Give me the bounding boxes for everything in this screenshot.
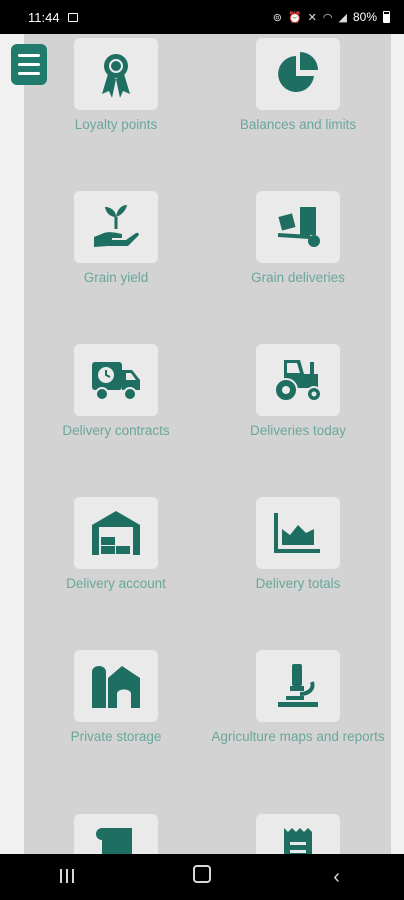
- box-trolley-icon: [277, 207, 320, 247]
- tile-balances-and-limits[interactable]: Balances and limits: [208, 38, 388, 132]
- tile-label: Delivery totals: [255, 576, 341, 591]
- tile-delivery-contracts[interactable]: Delivery contracts: [26, 344, 206, 438]
- tile-label: Balances and limits: [239, 117, 357, 132]
- home-icon: [192, 865, 211, 883]
- area-chart-icon: [274, 513, 320, 553]
- tile-icon-box: [256, 191, 340, 263]
- back-button[interactable]: ‹: [307, 866, 367, 889]
- alarm-icon: ⏰: [287, 11, 302, 24]
- tile-label: Private storage: [70, 729, 162, 744]
- pie-chart-icon: [278, 52, 318, 92]
- sim-icon: ⊚: [272, 11, 282, 24]
- tile-delivery-totals[interactable]: Delivery totals: [208, 497, 388, 591]
- hand-seedling-icon: [94, 205, 139, 247]
- tile-icon-box: [256, 650, 340, 722]
- tile-icon-box: [256, 344, 340, 416]
- tile-delivery-account[interactable]: Delivery account: [26, 497, 206, 591]
- back-icon: ‹: [333, 865, 340, 888]
- tile-label: Agriculture maps and reports: [211, 729, 385, 744]
- tile-label: Deliveries today: [249, 423, 347, 438]
- tile-grain-yield[interactable]: Grain yield: [26, 191, 206, 285]
- truck-clock-icon: [92, 362, 140, 401]
- recent-apps-button[interactable]: [37, 866, 97, 889]
- tractor-icon: [274, 360, 322, 402]
- tile-icon-box: [74, 38, 158, 110]
- image-icon: [67, 12, 78, 22]
- signal-icon: ◢: [338, 11, 347, 24]
- tile-label: Grain deliveries: [251, 270, 345, 285]
- tile-private-storage[interactable]: Private storage: [26, 650, 206, 744]
- tile-label: Loyalty points: [74, 117, 158, 132]
- barn-silo-icon: [92, 666, 140, 708]
- tile-grain-deliveries[interactable]: Grain deliveries: [208, 191, 388, 285]
- tile-icon-box: [74, 191, 158, 263]
- tile-deliveries-today[interactable]: Deliveries today: [208, 344, 388, 438]
- status-time: 11:44: [28, 9, 60, 25]
- ribbon-badge-icon: [102, 54, 130, 98]
- warehouse-icon: [92, 511, 140, 555]
- mute-icon: ✕: [307, 11, 317, 24]
- tile-label: Grain yield: [83, 270, 149, 285]
- home-button[interactable]: [172, 865, 232, 889]
- tile-loyalty-points[interactable]: Loyalty points: [26, 38, 206, 132]
- battery-text: 80%: [352, 10, 377, 24]
- tile-icon-box: [256, 497, 340, 569]
- status-bar: 11:44 ⊚ ⏰ ✕ ◠ ◢ 80%: [0, 0, 404, 34]
- system-nav-bar: ‹: [0, 854, 404, 900]
- tile-icon-box: [256, 38, 340, 110]
- recent-apps-icon: [60, 868, 75, 883]
- tile-label: Delivery account: [66, 576, 166, 591]
- battery-icon: [383, 11, 390, 23]
- microscope-icon: [278, 664, 318, 707]
- tile-agriculture-maps-and-reports[interactable]: Agriculture maps and reports: [208, 650, 388, 744]
- tile-icon-box: [74, 344, 158, 416]
- tile-icon-box: [74, 650, 158, 722]
- tile-icon-box: [74, 497, 158, 569]
- tile-label: Delivery contracts: [62, 423, 170, 438]
- wifi-icon: ◠: [322, 11, 333, 24]
